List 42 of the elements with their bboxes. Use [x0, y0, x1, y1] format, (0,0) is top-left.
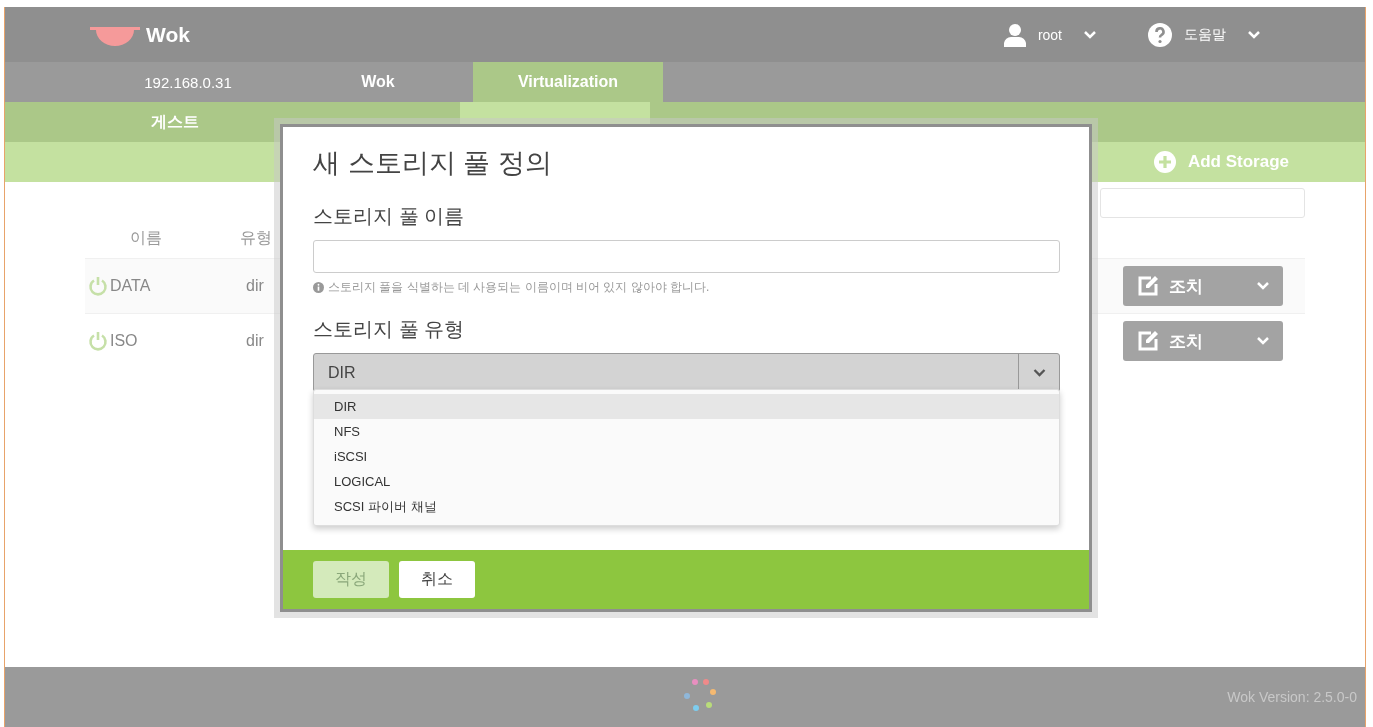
field-label: 스토리지 풀 유형 [313, 317, 466, 342]
chevron-down-icon [1257, 282, 1269, 290]
pool-type-select[interactable]: DIR [313, 353, 1060, 392]
host-address: 192.168.0.31 [143, 72, 233, 93]
sub-tab[interactable]: 게스트 [80, 102, 270, 142]
dropdown-option[interactable]: SCSI 파이버 채널 [314, 494, 1059, 519]
power-icon [88, 331, 108, 351]
table-cell: dir [246, 277, 264, 295]
dropdown-option[interactable]: DIR [314, 394, 1059, 419]
user-menu[interactable]: root [1025, 26, 1074, 43]
field-label: 스토리지 풀 이름 [313, 204, 466, 229]
edit-icon [1137, 330, 1159, 352]
loading-spinner-icon [682, 677, 718, 713]
edit-icon [1137, 275, 1159, 297]
plus-circle-icon [1153, 151, 1176, 173]
column-header: 이름 [130, 227, 163, 248]
search-field[interactable] [1100, 188, 1305, 218]
chevron-down-icon [1084, 30, 1096, 39]
dialog-title: 새 스토리지 풀 정의 [313, 147, 553, 180]
column-header: 유형 [240, 227, 272, 248]
power-icon [88, 276, 108, 296]
info-icon [313, 282, 324, 293]
chevron-down-icon [1032, 368, 1046, 377]
cancel-button[interactable]: 취소 [399, 561, 475, 598]
brand-name: Wok [146, 22, 190, 47]
hint-text: 스토리지 풀을 식별하는 데 사용되는 이름이며 비어 있지 않아야 합니다. [328, 279, 710, 296]
actions-button[interactable]: 조치 [1123, 321, 1283, 361]
nav-tab[interactable]: Virtualization [473, 62, 663, 102]
nav-tab[interactable]: Wok [283, 62, 473, 102]
table-cell-text: DATA [110, 277, 152, 295]
dropdown-option[interactable]: LOGICAL [314, 469, 1059, 494]
dropdown-option[interactable]: NFS [314, 419, 1059, 444]
dropdown-option[interactable]: iSCSI [314, 444, 1059, 469]
actions-button[interactable]: 조치 [1123, 266, 1283, 306]
help-menu[interactable]: 도움말 [1172, 25, 1238, 44]
chevron-down-icon [1248, 30, 1260, 39]
table-cell: dir [246, 332, 264, 350]
pool-name-field[interactable] [313, 240, 1060, 273]
table-cell-text: ISO [110, 332, 139, 350]
chevron-down-icon [1257, 337, 1269, 345]
help-icon [1148, 22, 1172, 47]
user-icon [1003, 22, 1026, 47]
